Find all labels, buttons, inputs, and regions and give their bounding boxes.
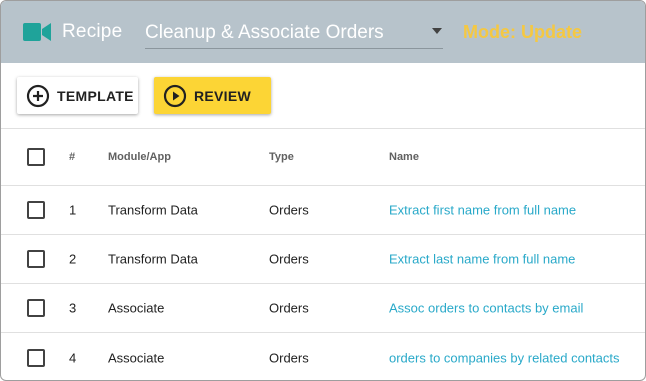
header-bar: Recipe Cleanup & Associate Orders Mode: … [1, 1, 645, 63]
row-number: 1 [69, 202, 77, 218]
table-header-row: # Module/App Type Name [1, 129, 645, 186]
row-number: 2 [69, 251, 77, 267]
table-row: 1 Transform Data Orders Extract first na… [1, 186, 645, 235]
review-button-label: REVIEW [194, 87, 252, 104]
row-module: Transform Data [108, 202, 198, 218]
row-checkbox[interactable] [27, 348, 45, 367]
recipe-table: # Module/App Type Name 1 Transform Data … [1, 129, 645, 380]
row-checkbox[interactable] [27, 250, 45, 268]
row-type: Orders [269, 202, 309, 218]
table-row: 4 Associate Orders orders to companies b… [1, 333, 645, 380]
row-module: Associate [108, 350, 165, 365]
plus-circle-icon [26, 84, 50, 107]
row-type: Orders [269, 251, 309, 267]
row-type: Orders [269, 300, 309, 316]
select-all-checkbox[interactable] [27, 148, 45, 166]
row-name-link[interactable]: Extract last name from full name [389, 252, 575, 267]
recipe-select-value: Cleanup & Associate Orders [145, 22, 384, 43]
caret-down-icon [432, 28, 442, 34]
review-button[interactable]: REVIEW [154, 77, 271, 114]
template-button-label: TEMPLATE [57, 87, 134, 104]
row-checkbox[interactable] [27, 201, 45, 219]
row-number: 3 [69, 300, 77, 316]
row-name-link[interactable]: Assoc orders to contacts by email [389, 301, 583, 316]
row-number: 4 [69, 350, 77, 365]
row-name-link[interactable]: orders to companies by related contacts [389, 350, 620, 365]
column-header-number: # [69, 151, 76, 163]
video-camera-icon [23, 23, 51, 41]
column-header-type: Type [269, 151, 294, 163]
table-row: 2 Transform Data Orders Extract last nam… [1, 235, 645, 284]
row-module: Associate [108, 300, 165, 316]
column-header-module: Module/App [108, 151, 171, 163]
row-module: Transform Data [108, 251, 198, 267]
play-circle-icon [163, 84, 187, 107]
row-name-link[interactable]: Extract first name from full name [389, 203, 576, 218]
recipe-label: Recipe [62, 21, 123, 42]
row-checkbox[interactable] [27, 299, 45, 317]
table-row: 3 Associate Orders Assoc orders to conta… [1, 284, 645, 333]
column-header-name: Name [389, 151, 419, 163]
recipe-select[interactable]: Cleanup & Associate Orders [145, 15, 443, 49]
mode-label: Mode: Update [463, 22, 582, 42]
template-button[interactable]: TEMPLATE [17, 77, 138, 114]
app-window: Recipe Cleanup & Associate Orders Mode: … [0, 0, 646, 381]
toolbar: TEMPLATE REVIEW [1, 63, 645, 129]
row-type: Orders [269, 350, 309, 365]
